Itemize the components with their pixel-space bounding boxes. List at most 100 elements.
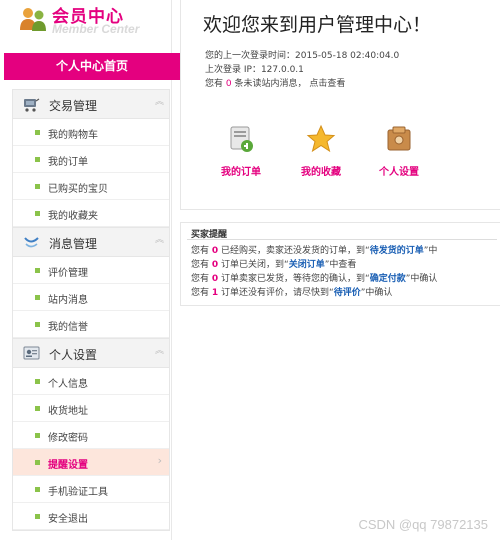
row-count: 1 xyxy=(211,288,219,298)
shortcut-my-favorites[interactable]: 我的收藏 xyxy=(291,124,351,178)
last-ip-label: 上次登录 IP： xyxy=(205,65,261,75)
bullet-icon xyxy=(35,487,40,492)
row-suffix: ”中 xyxy=(423,246,438,256)
collapse-arrow-icon[interactable]: ︽ xyxy=(155,98,164,107)
sidebar-menu: 交易管理 ︽ 我的购物车 我的订单 已购买的宝贝 我的收藏夹 消息管理 ︽ 评价… xyxy=(12,89,170,531)
sidebar-item-label: 我的购物车 xyxy=(48,130,98,141)
menu-group-label: 个人设置 xyxy=(49,348,98,362)
row-prefix: 您有 xyxy=(191,288,210,298)
last-login-line: 您的上一次登录时间：2015-05-18 02:40:04.0 xyxy=(205,48,399,61)
members-logo-icon xyxy=(20,8,46,31)
sidebar-item-label: 提醒设置 xyxy=(48,460,88,471)
sidebar-item-label: 评价管理 xyxy=(48,268,88,279)
buyer-reminder-panel: 买家提醒 您有 0 已经购买，卖家还没发货的订单，到“待发货的订单”中 您有 0… xyxy=(180,222,500,306)
sidebar: 会员中心 Member Center 个人中心首页 交易管理 ︽ 我的购物车 我… xyxy=(0,0,180,540)
bullet-icon xyxy=(35,514,40,519)
last-login-time: 2015-05-18 02:40:04.0 xyxy=(295,51,400,61)
bullet-icon xyxy=(35,295,40,300)
sidebar-item-label: 修改密码 xyxy=(48,433,88,444)
row-count: 0 xyxy=(211,246,219,256)
shortcut-label: 个人设置 xyxy=(379,167,419,178)
page-title: 欢迎您来到用户管理中心！ xyxy=(203,14,432,36)
reminder-link-confirm-payment[interactable]: 确定付款 xyxy=(370,274,406,284)
collapse-arrow-icon[interactable]: ︽ xyxy=(155,236,164,245)
sidebar-item-inbox[interactable]: 站内消息 xyxy=(13,284,169,311)
sidebar-item-label: 我的信誉 xyxy=(48,322,88,333)
row-suffix: ”中确认 xyxy=(360,288,393,298)
bullet-icon xyxy=(35,379,40,384)
main-content: 欢迎您来到用户管理中心！ 您的上一次登录时间：2015-05-18 02:40:… xyxy=(180,0,500,540)
sidebar-item-label: 个人信息 xyxy=(48,379,88,390)
collapse-arrow-icon[interactable]: ︽ xyxy=(155,347,164,356)
sidebar-item-reviews[interactable]: 评价管理 xyxy=(13,257,169,284)
bullet-icon xyxy=(35,406,40,411)
bullet-icon xyxy=(35,184,40,189)
menu-group-messages[interactable]: 消息管理 ︽ xyxy=(13,227,169,257)
cart-icon xyxy=(24,98,40,112)
bullet-icon xyxy=(35,130,40,135)
menu-group-label: 交易管理 xyxy=(49,99,98,113)
watermark-text: CSDN @qq 79872135 xyxy=(358,517,488,532)
menu-group-label: 消息管理 xyxy=(49,237,98,251)
reminder-link-pending-shipment[interactable]: 待发货的订单 xyxy=(370,246,424,256)
bullet-icon xyxy=(35,433,40,438)
sidebar-item-profile[interactable]: 个人信息 xyxy=(13,368,169,395)
row-prefix: 您有 xyxy=(191,260,210,270)
sidebar-item-cart[interactable]: 我的购物车 xyxy=(13,119,169,146)
row-text: 订单还没有评价，请尽快到“ xyxy=(221,288,334,298)
sidebar-item-reminder-settings[interactable]: 提醒设置 › xyxy=(13,449,169,476)
reminder-row: 您有 1 订单还没有评价，请尽快到“待评价”中确认 xyxy=(191,285,392,298)
reminder-row: 您有 0 已经购买，卖家还没发货的订单，到“待发货的订单”中 xyxy=(191,243,437,256)
sidebar-item-phone-verify[interactable]: 手机验证工具 xyxy=(13,476,169,503)
msg-prefix: 您有 xyxy=(205,79,224,89)
bullet-icon xyxy=(35,157,40,162)
reminder-row: 您有 0 订单已关闭，到“关闭订单”中查看 xyxy=(191,257,356,270)
reminder-row: 您有 0 订单卖家已发货，等待您的确认，到“确定付款”中确认 xyxy=(191,271,437,284)
unread-count: 0 xyxy=(225,79,232,89)
bullet-icon xyxy=(35,211,40,216)
sidebar-item-favorites[interactable]: 我的收藏夹 xyxy=(13,200,169,227)
row-text: 已经购买，卖家还没发货的订单，到“ xyxy=(221,246,370,256)
star-icon xyxy=(306,124,336,153)
sidebar-item-label: 站内消息 xyxy=(48,295,88,306)
shortcut-personal-settings[interactable]: 个人设置 xyxy=(369,124,429,178)
sidebar-item-address[interactable]: 收货地址 xyxy=(13,395,169,422)
reminder-link-closed-orders[interactable]: 关闭订单 xyxy=(289,260,325,270)
view-messages-link[interactable]: 点击查看 xyxy=(309,79,345,89)
sidebar-item-label: 收货地址 xyxy=(48,406,88,417)
last-login-label: 您的上一次登录时间： xyxy=(205,51,296,61)
shortcut-label: 我的订单 xyxy=(221,167,261,178)
row-text: 订单卖家已发货，等待您的确认，到“ xyxy=(221,274,370,284)
sidebar-item-credit[interactable]: 我的信誉 xyxy=(13,311,169,338)
row-count: 0 xyxy=(211,274,219,284)
sidebar-item-label: 手机验证工具 xyxy=(48,487,108,498)
msg-suffix: 条未读站内消息， xyxy=(234,79,307,89)
bullet-icon xyxy=(35,322,40,327)
row-prefix: 您有 xyxy=(191,274,210,284)
profile-card-icon xyxy=(23,346,40,360)
menu-group-settings[interactable]: 个人设置 ︽ xyxy=(13,338,169,368)
sidebar-item-label: 我的收藏夹 xyxy=(48,211,98,222)
row-prefix: 您有 xyxy=(191,246,210,256)
sidebar-item-logout[interactable]: 安全退出 xyxy=(13,503,169,530)
row-suffix: ”中查看 xyxy=(324,260,357,270)
shortcut-label: 我的收藏 xyxy=(301,167,341,178)
bullet-icon xyxy=(35,460,40,465)
sidebar-item-orders[interactable]: 我的订单 xyxy=(13,146,169,173)
brand-subtitle: Member Center xyxy=(52,22,140,36)
reminder-link-pending-review[interactable]: 待评价 xyxy=(334,288,361,298)
sidebar-item-label: 已购买的宝贝 xyxy=(48,184,108,195)
shortcut-my-orders[interactable]: 我的订单 xyxy=(211,124,271,178)
settings-box-icon xyxy=(387,126,411,151)
sidebar-item-password[interactable]: 修改密码 xyxy=(13,422,169,449)
bullet-icon xyxy=(35,268,40,273)
row-suffix: ”中确认 xyxy=(405,274,438,284)
welcome-panel: 欢迎您来到用户管理中心！ 您的上一次登录时间：2015-05-18 02:40:… xyxy=(180,0,500,210)
sidebar-item-label: 安全退出 xyxy=(48,514,88,525)
unread-message-line: 您有 0 条未读站内消息， 点击查看 xyxy=(205,76,345,89)
home-tab[interactable]: 个人中心首页 xyxy=(4,53,180,80)
order-icon xyxy=(230,126,253,152)
chevron-right-icon: › xyxy=(157,454,162,467)
menu-group-trade[interactable]: 交易管理 ︽ xyxy=(13,89,169,119)
sidebar-item-purchased[interactable]: 已购买的宝贝 xyxy=(13,173,169,200)
